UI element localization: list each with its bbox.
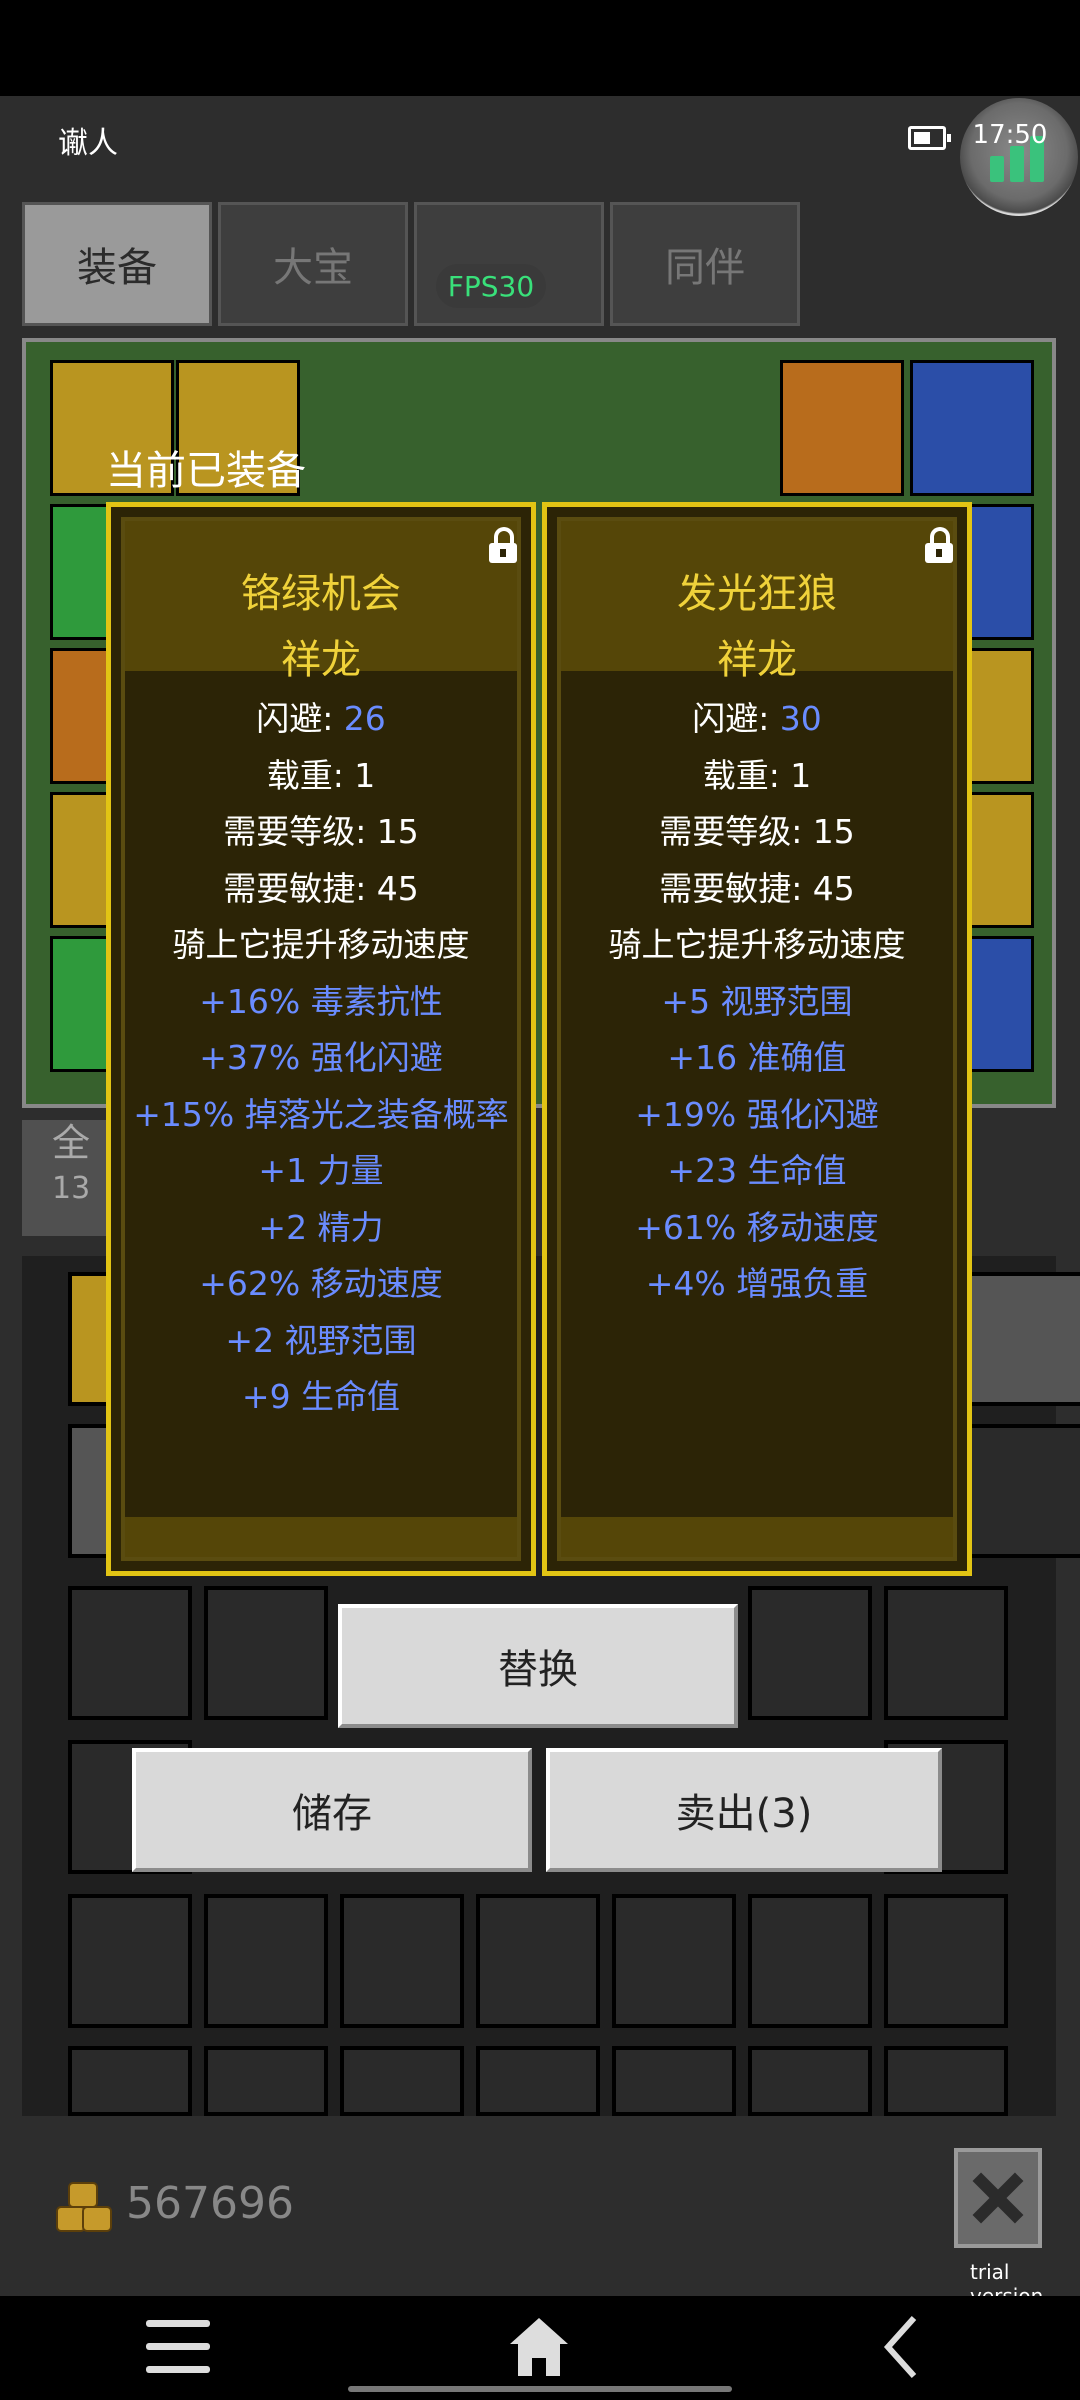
status-bar — [0, 0, 1080, 96]
bonus-line: +1 力量 — [258, 1151, 384, 1190]
inventory-slot[interactable] — [884, 1894, 1008, 2028]
inventory-slot[interactable] — [68, 1894, 192, 2028]
inventory-slot[interactable] — [68, 2046, 192, 2116]
inventory-slot[interactable] — [476, 1894, 600, 2028]
replace-button[interactable]: 替换 — [338, 1604, 738, 1728]
new-item-card: 发光狂狼 祥龙 闪避: 30 载重: 1 需要等级: 15 需要敏捷: 45 骑… — [542, 502, 972, 1576]
bonus-line: +2 精力 — [258, 1207, 384, 1247]
stat-mount-effect: 骑上它提升移动速度 — [608, 925, 906, 964]
bonus-line: +9 生命值 — [241, 1377, 401, 1416]
sell-button[interactable]: 卖出(3) — [546, 1748, 942, 1872]
battery-icon — [908, 126, 951, 150]
filter-tab-label: 全 — [52, 1121, 91, 1165]
home-icon[interactable] — [506, 2314, 572, 2380]
inventory-slot[interactable] — [340, 2046, 464, 2116]
stat-required-agility: 需要敏捷: 45 — [223, 868, 419, 908]
inventory-slot[interactable] — [204, 1586, 328, 1720]
bonus-line: +16 准确值 — [667, 1038, 847, 1077]
item-name: 铬绿机会 — [241, 571, 401, 617]
lock-icon[interactable] — [489, 527, 517, 563]
equip-slot-amulet[interactable] — [910, 360, 1034, 496]
stat-required-level: 需要等级: 15 — [223, 812, 419, 851]
bonus-line: +19% 强化闪避 — [635, 1094, 879, 1134]
equip-slot[interactable] — [780, 360, 904, 496]
store-button[interactable]: 储存 — [132, 1748, 532, 1872]
bonus-line: +23 生命值 — [667, 1151, 847, 1190]
equipped-item-card: 铬绿机会 祥龙 闪避: 26 载重: 1 需要等级: 15 需要敏捷: 45 骑… — [106, 502, 536, 1576]
inventory-slot[interactable] — [884, 1586, 1008, 1720]
close-button[interactable] — [954, 2148, 1042, 2248]
stat-weight: 载重: 1 — [266, 755, 376, 795]
inventory-slot[interactable] — [968, 1424, 1080, 1558]
back-icon[interactable] — [880, 2314, 920, 2380]
fps-counter: FPS30 — [436, 264, 546, 308]
gold-coins-icon — [56, 2182, 112, 2232]
bonus-line: +37% 强化闪避 — [199, 1038, 443, 1077]
inventory-slot[interactable] — [68, 1586, 192, 1720]
bonus-line: +2 视野范围 — [225, 1320, 417, 1360]
inventory-slot[interactable] — [204, 1894, 328, 2028]
inventory-slot[interactable] — [476, 2046, 600, 2116]
inventory-slot[interactable] — [748, 1586, 872, 1720]
bonus-line: +62% 移动速度 — [199, 1264, 443, 1303]
inventory-slot[interactable] — [612, 1894, 736, 2028]
bonus-line: +16% 毒素抗性 — [199, 981, 443, 1021]
filter-tab-all[interactable]: 全 13 — [22, 1120, 114, 1236]
tab-treasure[interactable]: 大宝 — [218, 202, 408, 326]
inventory-slot[interactable] — [884, 2046, 1008, 2116]
menu-icon[interactable] — [146, 2320, 210, 2374]
stat-weight: 载重: 1 — [702, 755, 812, 795]
bonus-line: +15% 掉落光之装备概率 — [133, 1094, 509, 1134]
tab-companion[interactable]: 同伴 — [610, 202, 800, 326]
inventory-slot[interactable] — [204, 2046, 328, 2116]
clock: 17:50 — [972, 120, 1048, 150]
tab-equipment[interactable]: 装备 — [22, 202, 212, 326]
current-equipped-label: 当前已装备 — [106, 448, 306, 494]
inventory-slot[interactable] — [612, 2046, 736, 2116]
stat-required-agility: 需要敏捷: 45 — [659, 868, 855, 908]
inventory-slot[interactable] — [340, 1894, 464, 2028]
inventory-slot[interactable] — [968, 1272, 1080, 1406]
inventory-slot[interactable] — [748, 2046, 872, 2116]
item-type: 祥龙 — [717, 637, 797, 683]
stat-mount-effect: 骑上它提升移动速度 — [172, 925, 470, 964]
gold-amount: 567696 — [126, 2178, 294, 2229]
home-indicator — [348, 2386, 732, 2392]
lock-icon[interactable] — [925, 527, 953, 563]
filter-tab-count: 13 — [52, 1171, 91, 1206]
item-type: 祥龙 — [281, 637, 361, 683]
stat-dodge: 闪避: 30 — [692, 699, 822, 738]
stat-required-level: 需要等级: 15 — [659, 812, 855, 851]
item-name: 发光狂狼 — [677, 571, 837, 617]
stat-dodge: 闪避: 26 — [256, 699, 386, 738]
inventory-slot[interactable] — [748, 1894, 872, 2028]
player-name: 谳人 — [58, 126, 118, 161]
bonus-line: +61% 移动速度 — [635, 1207, 879, 1247]
bonus-line: +4% 增强负重 — [645, 1264, 869, 1303]
bonus-line: +5 视野范围 — [661, 981, 853, 1021]
